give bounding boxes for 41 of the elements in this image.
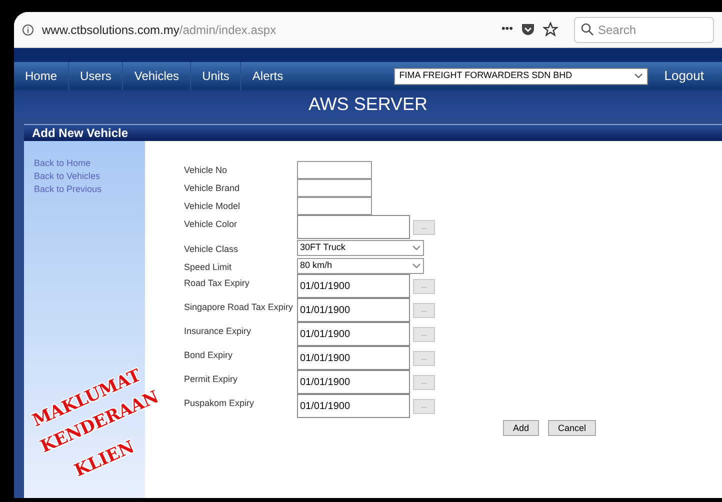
field-label: Vehicle Model (184, 200, 242, 213)
server-title: AWS SERVER (308, 92, 428, 116)
company-select[interactable]: FIMA FREIGHT FORWARDERS SDN BHD (394, 68, 648, 84)
chevron-icon (412, 262, 421, 268)
field-label: Vehicle No (184, 164, 228, 177)
field-label: Permit Expiry (184, 373, 239, 386)
field-label: Speed Limit (184, 260, 233, 274)
chevron-icon (412, 245, 421, 251)
star-icon[interactable] (543, 22, 558, 37)
field-label: Bond Expiry (184, 349, 234, 362)
panel-title: Add New Vehicle (32, 125, 128, 142)
search-field[interactable]: Search (574, 16, 714, 42)
field-label: Singapore Road Tax Expiry (184, 301, 294, 314)
select-field[interactable]: 30FT Truck (297, 240, 424, 256)
chevron-icon (634, 73, 644, 79)
action-button[interactable]: Add (503, 420, 540, 436)
text-input[interactable] (297, 161, 372, 179)
field-label: Puspakom Expiry (184, 397, 256, 410)
search-icon (581, 23, 594, 36)
more-icon[interactable]: ••• (501, 21, 513, 38)
nav-link[interactable]: Home (14, 62, 68, 90)
field-label: Vehicle Color (184, 218, 238, 231)
action-button[interactable]: Cancel (548, 420, 596, 436)
select-field[interactable]: 80 km/h (297, 258, 424, 274)
field-label: Road Tax Expiry (184, 277, 250, 290)
date-field[interactable]: 01/01/1900 (297, 346, 410, 370)
info-icon[interactable] (22, 24, 34, 36)
date-field[interactable]: 01/01/1900 (297, 322, 410, 346)
date-field[interactable]: 01/01/1900 (297, 298, 410, 322)
date-field[interactable]: 01/01/1900 (297, 394, 410, 418)
text-input[interactable] (297, 179, 372, 197)
date-field[interactable] (297, 215, 410, 239)
date-field[interactable]: 01/01/1900 (297, 274, 410, 298)
text-input[interactable] (297, 197, 372, 215)
field-label: Vehicle Class (184, 243, 240, 256)
address-field[interactable]: www.ctbsolutions.com.my/admin/index.aspx (42, 20, 494, 38)
pocket-icon[interactable] (521, 23, 535, 36)
field-label: Vehicle Brand (184, 182, 241, 195)
date-field[interactable]: 01/01/1900 (297, 370, 410, 394)
logout-link[interactable]: Logout (664, 66, 704, 86)
field-label: Insurance Expiry (184, 325, 252, 338)
